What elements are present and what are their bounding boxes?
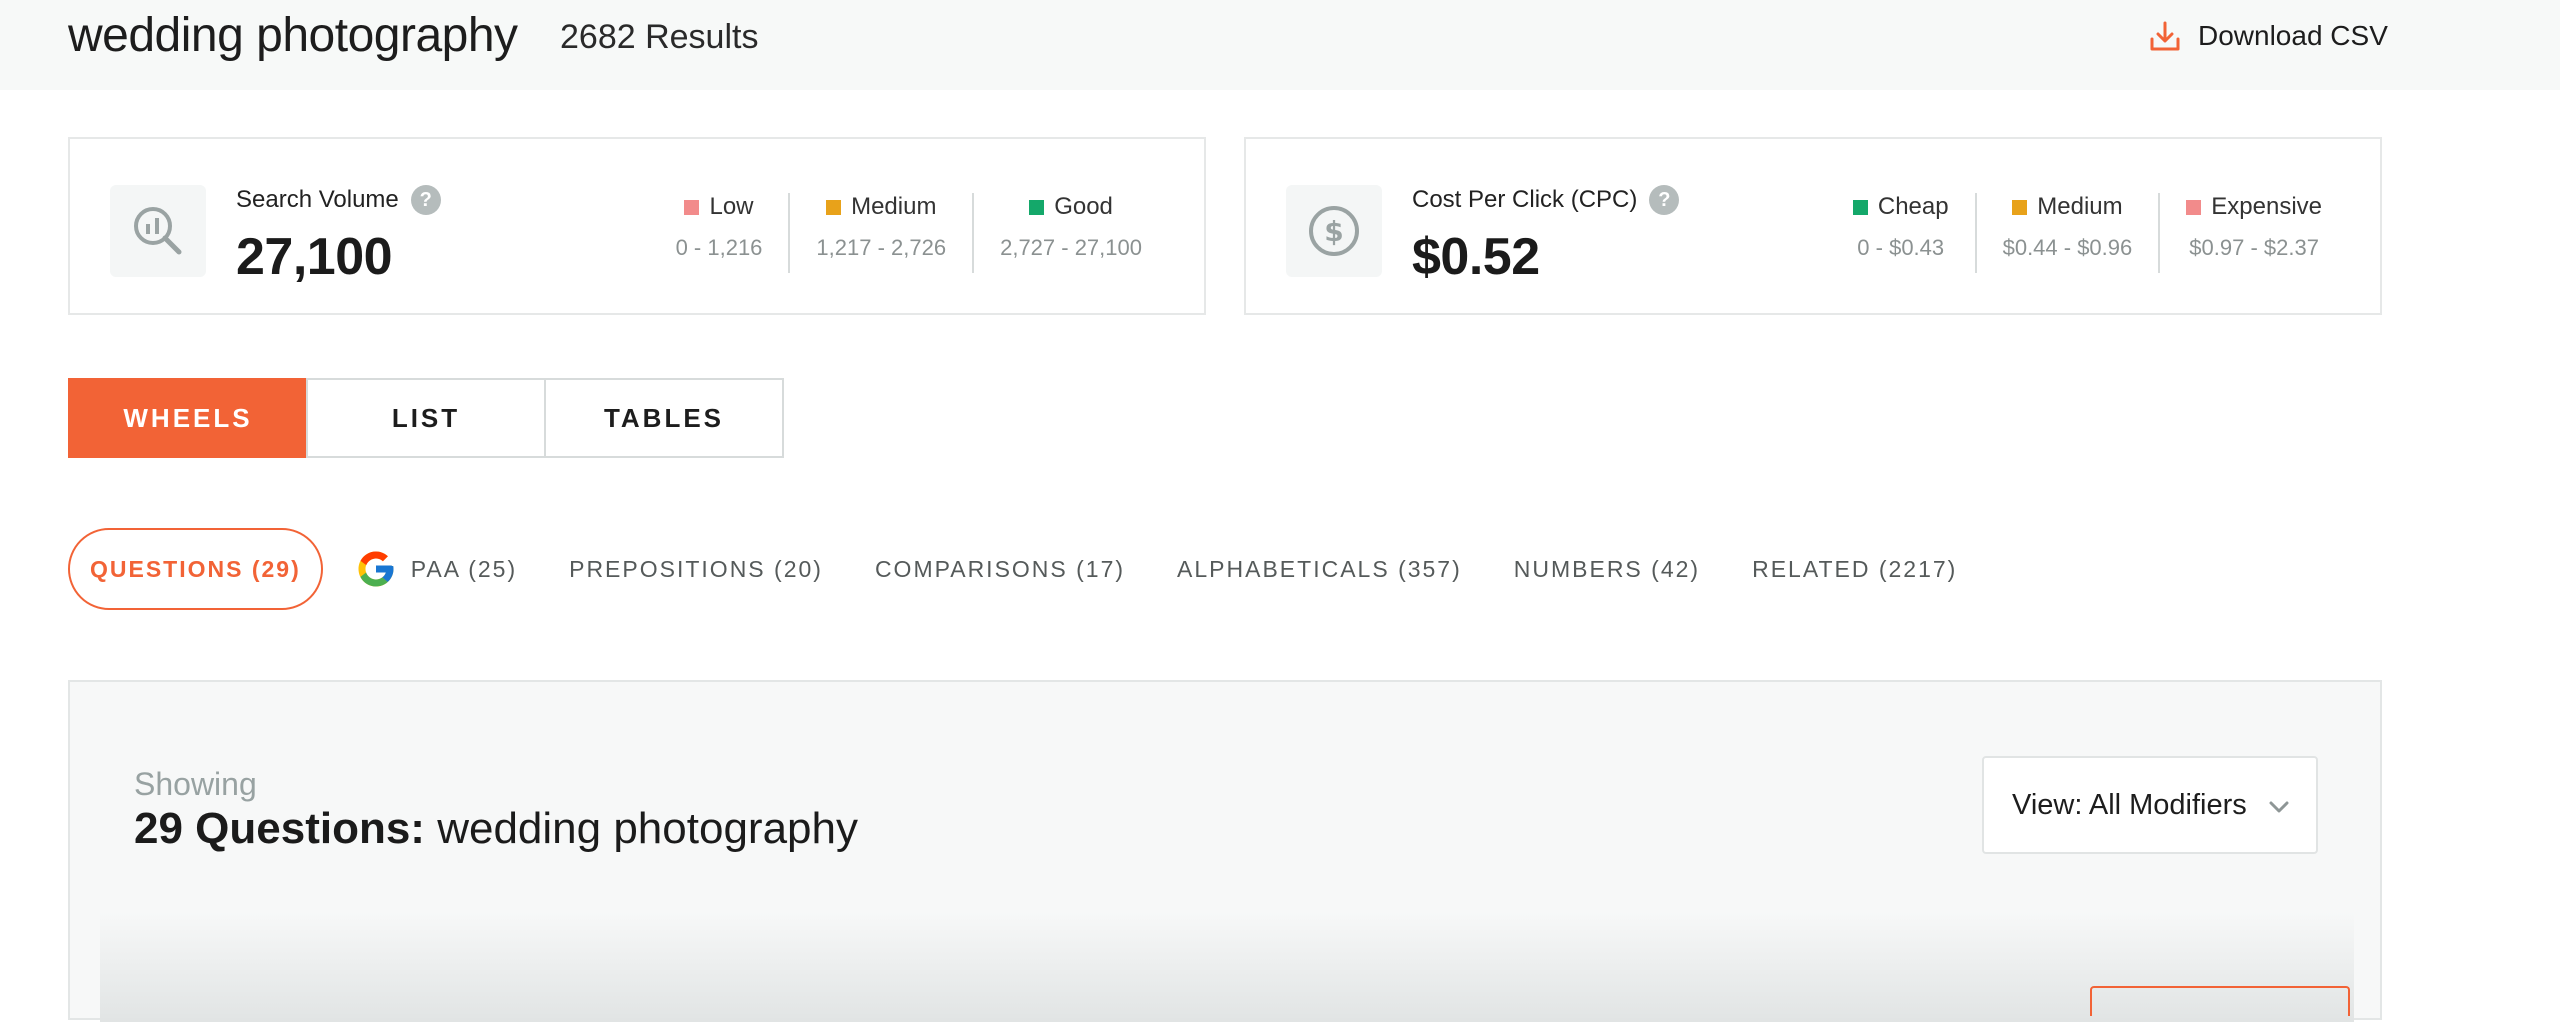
- cpc-legend: Cheap 0 - $0.43 Medium $0.44 - $0.96 Exp…: [1852, 193, 2322, 273]
- cpc-label: Cost Per Click (CPC) ?: [1412, 185, 1680, 215]
- help-icon[interactable]: ?: [410, 185, 441, 215]
- tab-prepositions[interactable]: PREPOSITIONS (20): [569, 556, 823, 583]
- download-csv-label: Download CSV: [2198, 20, 2388, 51]
- legend-label: Medium: [2037, 193, 2123, 220]
- headline-count: 29 Questions:: [134, 804, 425, 853]
- wheel-action-button[interactable]: [2090, 986, 2350, 1016]
- legend-range: $0.44 - $0.96: [2002, 235, 2133, 260]
- legend-swatch: [1852, 199, 1868, 215]
- results-header: wedding photography 2682 Results Downloa…: [0, 0, 2560, 90]
- headline-keyword: wedding photography: [437, 804, 858, 853]
- modifier-view-dropdown[interactable]: View: All Modifiers: [1982, 756, 2318, 854]
- legend-range: 2,727 - 27,100: [1000, 235, 1142, 260]
- dropdown-label: View: All Modifiers: [2012, 788, 2247, 821]
- cpc-value: $0.52: [1412, 228, 1540, 286]
- legend-swatch: [2186, 199, 2202, 215]
- results-panel: Showing 29 Questions: wedding photograph…: [68, 680, 2382, 1022]
- tab-label: NUMBERS (42): [1513, 555, 1701, 582]
- dollar-circle-icon: $: [1309, 206, 1359, 256]
- legend-good: Good 2,727 - 27,100: [972, 193, 1142, 273]
- search-volume-label: Search Volume ?: [236, 185, 441, 215]
- tab-related[interactable]: RELATED (2217): [1752, 556, 1957, 583]
- legend-range: $0.97 - $2.37: [2189, 235, 2319, 260]
- svg-text:$: $: [1324, 215, 1343, 248]
- legend-range: 1,217 - 2,726: [816, 235, 947, 260]
- legend-swatch: [684, 199, 700, 215]
- tab-label: PAA (25): [410, 555, 518, 582]
- legend-swatch: [826, 199, 842, 215]
- search-volume-label-text: Search Volume: [236, 186, 399, 213]
- legend-label: Expensive: [2211, 193, 2322, 220]
- download-icon: [2150, 21, 2180, 51]
- results-count: 2682 Results: [560, 18, 759, 56]
- legend-label: Cheap: [1877, 193, 1949, 220]
- keyword-title: wedding photography: [68, 9, 518, 62]
- search-volume-icon-box: [110, 185, 206, 277]
- panel-headline: 29 Questions: wedding photography: [134, 804, 858, 854]
- tab-tables[interactable]: TABLES: [544, 378, 784, 458]
- tab-label: ALPHABETICALS (357): [1177, 555, 1462, 582]
- legend-medium: Medium $0.44 - $0.96: [1974, 193, 2159, 273]
- help-icon[interactable]: ?: [1649, 185, 1680, 215]
- tab-paa[interactable]: PAA (25): [355, 548, 517, 590]
- tab-label: RELATED (2217): [1752, 555, 1958, 582]
- cpc-card: $ Cost Per Click (CPC) ? $0.52 Cheap 0 -…: [1244, 137, 2382, 315]
- tab-wheels[interactable]: WHEELS: [68, 378, 308, 458]
- legend-low: Low 0 - 1,216: [676, 193, 789, 273]
- legend-range: 0 - 1,216: [675, 235, 763, 260]
- legend-medium: Medium 1,217 - 2,726: [788, 193, 972, 273]
- tab-comparisons[interactable]: COMPARISONS (17): [875, 556, 1125, 583]
- cpc-label-text: Cost Per Click (CPC): [1412, 186, 1638, 213]
- tab-label: COMPARISONS (17): [874, 555, 1126, 582]
- search-volume-value: 27,100: [236, 228, 393, 286]
- tab-numbers[interactable]: NUMBERS (42): [1514, 556, 1700, 583]
- legend-label: Medium: [851, 193, 937, 220]
- download-csv-button[interactable]: Download CSV: [2148, 16, 2388, 56]
- legend-cheap: Cheap 0 - $0.43: [1852, 193, 1975, 273]
- legend-range: 0 - $0.43: [1857, 235, 1945, 260]
- view-tabs: WHEELS LIST TABLES: [68, 378, 784, 458]
- search-volume-card: Search Volume ? 27,100 Low 0 - 1,216 Med…: [68, 137, 1206, 315]
- tab-label: QUESTIONS (29): [90, 555, 301, 582]
- magnifier-chart-icon: [134, 207, 182, 255]
- search-volume-legend: Low 0 - 1,216 Medium 1,217 - 2,726 Good …: [676, 193, 1142, 273]
- showing-label: Showing: [134, 766, 257, 802]
- tab-label: PREPOSITIONS (20): [569, 555, 823, 582]
- chevron-down-icon: [2269, 801, 2289, 813]
- legend-label: Low: [709, 193, 754, 220]
- tab-alphabeticals[interactable]: ALPHABETICALS (357): [1177, 556, 1462, 583]
- legend-expensive: Expensive $0.97 - $2.37: [2158, 193, 2322, 273]
- wheel-visualization-area: [100, 912, 2354, 1022]
- google-icon: [358, 551, 394, 587]
- legend-label: Good: [1054, 193, 1113, 220]
- legend-swatch: [2012, 199, 2028, 215]
- tab-list[interactable]: LIST: [306, 378, 546, 458]
- tab-questions[interactable]: QUESTIONS (29): [68, 528, 323, 610]
- cpc-icon-box: $: [1286, 185, 1382, 277]
- modifier-tabs: QUESTIONS (29) PAA (25) PREPOSITIONS (20…: [68, 527, 2009, 611]
- legend-swatch: [1029, 199, 1045, 215]
